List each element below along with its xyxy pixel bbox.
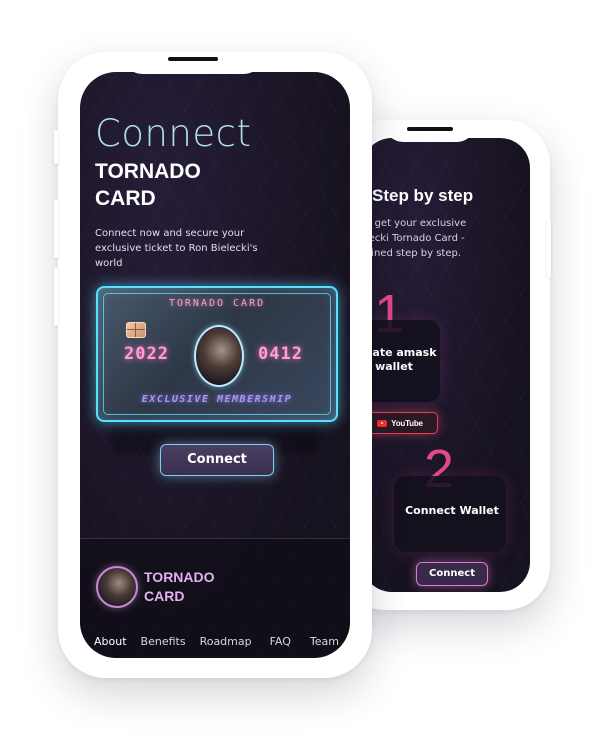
phone-notch [124,52,262,74]
nav-benefits[interactable]: Benefits [141,635,186,648]
footer-brand[interactable]: TORNADO CARD [144,568,215,606]
youtube-button[interactable]: YouTube [362,412,438,434]
hero-description: Connect now and secure your exclusive ti… [95,228,258,269]
tornado-card-image: TORNADO CARD 2022 0412 EXCLUSIVE MEMBERS… [96,286,338,422]
card-year: 2022 [124,344,169,364]
phone-side-button [547,220,551,278]
footer-brand-line2: CARD [144,588,185,604]
footer-nav: About Benefits Roadmap FAQ Team [94,635,339,648]
footer-divider [80,538,350,539]
phone-connect: Connect TORNADO CARD Connect now and sec… [54,52,372,678]
nav-about[interactable]: About [94,635,127,648]
steps-title: Step by step [372,186,474,205]
step-label-1: Create amask wallet [362,346,437,373]
connect-screen: Connect TORNADO CARD Connect now and sec… [80,72,350,658]
phone-side-button [54,268,58,326]
steps-screen: Step by step w to get your exclusive Bie… [362,138,530,592]
speaker-grille [407,127,453,131]
step-label-2: Connect Wallet [405,504,499,517]
steps-description: w to get your exclusive Bielecki Tornado… [362,218,467,259]
youtube-icon [377,419,388,427]
card-title: TORNADO CARD [168,298,266,309]
phone-notch [385,120,475,142]
phone-side-button [54,130,58,164]
phone-side-button [54,200,58,258]
youtube-label: YouTube [391,418,423,428]
avatar [96,566,138,608]
hero-heading-light: Connect [95,112,252,155]
card-code: 0412 [258,344,303,364]
chip-icon [126,322,146,338]
nav-roadmap[interactable]: Roadmap [200,635,252,648]
connect-wallet-button[interactable]: Connect [416,562,488,586]
speaker-grille [168,57,218,61]
hero-heading-bold: TORNADO CARD [95,160,201,210]
footer-brand-line1: TORNADO [144,569,215,585]
card-portrait [194,325,244,387]
connect-button[interactable]: Connect [160,444,274,476]
nav-faq[interactable]: FAQ [270,635,291,648]
nav-team[interactable]: Team [310,635,339,648]
card-tagline: EXCLUSIVE MEMBERSHIP [141,394,293,405]
